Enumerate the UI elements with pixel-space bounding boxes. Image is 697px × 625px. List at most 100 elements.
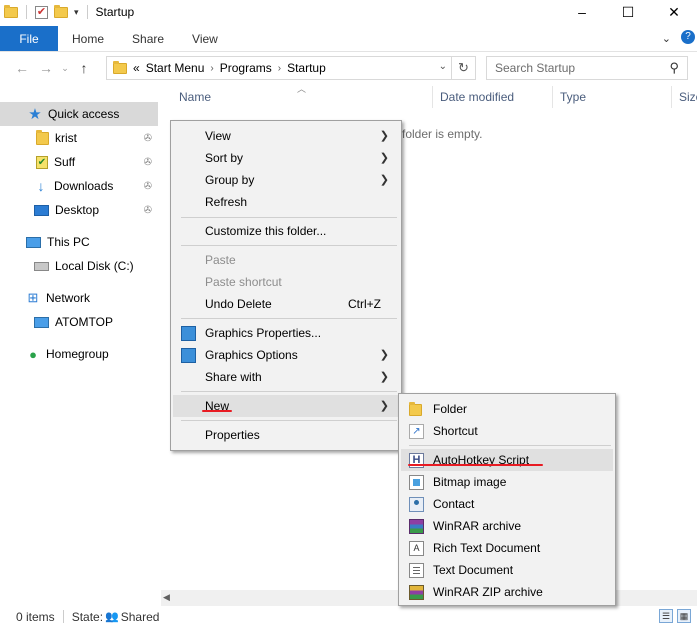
menu-label: Shortcut	[433, 424, 478, 438]
pin-icon[interactable]: ✇	[144, 181, 152, 192]
scroll-left-icon[interactable]: ◀	[163, 592, 170, 603]
details-view-icon[interactable]: ☰	[659, 609, 673, 623]
chevron-down-icon[interactable]: ⌄	[439, 61, 447, 72]
folder-icon	[409, 402, 422, 416]
column-header-type[interactable]: Type	[560, 90, 586, 104]
submenu-item-rich-text-document[interactable]: A Rich Text Document	[401, 537, 613, 559]
menu-label: Graphics Options	[205, 348, 298, 362]
nav-label: This PC	[47, 235, 90, 249]
breadcrumb-programs[interactable]: Programs	[220, 61, 272, 75]
menu-item-undo-delete[interactable]: Undo Delete Ctrl+Z	[173, 293, 399, 315]
menu-item-share-with[interactable]: Share with ❯	[173, 366, 399, 388]
customize-toolbar-dropdown-icon[interactable]: ▾	[74, 7, 79, 18]
pin-icon[interactable]: ✇	[144, 205, 152, 216]
pin-icon[interactable]: ✇	[144, 133, 152, 144]
annotation-underline	[408, 464, 543, 466]
nav-atomtop[interactable]: ATOMTOP	[0, 310, 158, 334]
menu-label: WinRAR ZIP archive	[433, 585, 543, 599]
close-button[interactable]: ✕	[651, 0, 697, 24]
nav-item-suff[interactable]: ✔ Suff ✇	[0, 150, 158, 174]
tab-view[interactable]: View	[178, 26, 232, 51]
submenu-item-autohotkey-script[interactable]: H AutoHotkey Script	[401, 449, 613, 471]
search-input[interactable]: Search Startup ⚲	[486, 56, 688, 80]
submenu-item-contact[interactable]: Contact	[401, 493, 613, 515]
submenu-item-folder[interactable]: Folder	[401, 398, 613, 420]
submenu-item-bitmap-image[interactable]: Bitmap image	[401, 471, 613, 493]
up-icon[interactable]: ↑	[72, 60, 96, 76]
state-value: Shared	[120, 609, 160, 624]
shared-users-icon: 👥	[105, 611, 119, 623]
menu-item-new[interactable]: New ❯	[173, 395, 399, 417]
recent-locations-icon[interactable]: ⌄	[58, 63, 72, 74]
breadcrumb-overflow[interactable]: «	[133, 61, 140, 75]
nav-item-downloads[interactable]: ↓ Downloads ✇	[0, 174, 158, 198]
back-icon[interactable]: ←	[10, 60, 34, 76]
nav-this-pc[interactable]: This PC	[0, 230, 158, 254]
submenu-item-text-document[interactable]: Text Document	[401, 559, 613, 581]
breadcrumb-startup[interactable]: Startup	[287, 61, 326, 75]
nav-label: Quick access	[48, 107, 120, 121]
expand-ribbon-icon[interactable]: ⌄	[662, 32, 671, 45]
properties-icon[interactable]: ✔	[35, 5, 48, 19]
menu-item-graphics-options[interactable]: Graphics Options ❯	[173, 344, 399, 366]
text-document-icon	[409, 563, 424, 578]
tab-file[interactable]: File	[0, 26, 58, 51]
menu-item-paste-shortcut[interactable]: Paste shortcut	[173, 271, 399, 293]
forward-icon[interactable]: →	[34, 60, 58, 76]
winrar-zip-icon	[409, 585, 424, 600]
submenu-item-winrar-zip-archive[interactable]: WinRAR ZIP archive	[401, 581, 613, 603]
pin-icon[interactable]: ✇	[144, 157, 152, 168]
title-bar: ✔ ▾ Startup – ☐ ✕	[0, 0, 697, 24]
contact-icon	[409, 497, 424, 512]
search-placeholder: Search Startup	[495, 61, 576, 75]
nav-local-disk[interactable]: Local Disk (C:)	[0, 254, 158, 278]
checklist-icon: ✔	[36, 155, 48, 169]
menu-item-paste[interactable]: Paste	[173, 249, 399, 271]
menu-item-refresh[interactable]: Refresh	[173, 191, 399, 213]
menu-item-properties[interactable]: Properties	[173, 424, 399, 446]
nav-homegroup[interactable]: ● Homegroup	[0, 342, 158, 366]
menu-item-customize-folder[interactable]: Customize this folder...	[173, 220, 399, 242]
column-divider[interactable]	[432, 86, 433, 108]
menu-separator	[181, 420, 397, 421]
maximize-button[interactable]: ☐	[605, 0, 651, 24]
menu-item-sort-by[interactable]: Sort by ❯	[173, 147, 399, 169]
menu-label: Rich Text Document	[433, 541, 541, 555]
star-icon: ★	[28, 106, 42, 123]
large-icons-view-icon[interactable]: ▦	[677, 609, 691, 623]
chevron-right-icon[interactable]: ›	[210, 63, 213, 74]
address-bar[interactable]: « Start Menu › Programs › Startup ⌄ ↻	[106, 56, 476, 80]
nav-label: ATOMTOP	[55, 315, 114, 329]
menu-separator	[181, 217, 397, 218]
nav-label: Local Disk (C:)	[55, 259, 134, 273]
new-folder-icon[interactable]	[54, 4, 68, 18]
submenu-item-shortcut[interactable]: ↗ Shortcut	[401, 420, 613, 442]
menu-label: Folder	[433, 402, 468, 416]
minimize-button[interactable]: –	[559, 0, 605, 24]
nav-item-krist[interactable]: krist ✇	[0, 126, 158, 150]
menu-item-view[interactable]: View ❯	[173, 125, 399, 147]
nav-item-desktop[interactable]: Desktop ✇	[0, 198, 158, 222]
nav-network[interactable]: ⊞ Network	[0, 286, 158, 310]
chevron-right-icon[interactable]: ›	[278, 63, 281, 74]
column-divider[interactable]	[552, 86, 553, 108]
help-icon[interactable]: ?	[681, 30, 695, 44]
refresh-icon[interactable]: ↻	[451, 57, 475, 79]
menu-item-group-by[interactable]: Group by ❯	[173, 169, 399, 191]
toolbar-separator	[26, 5, 27, 19]
submenu-item-winrar-archive[interactable]: WinRAR archive	[401, 515, 613, 537]
breadcrumb-start-menu[interactable]: Start Menu	[146, 61, 205, 75]
column-header-name[interactable]: Name	[179, 90, 211, 104]
column-header-size[interactable]: Size	[679, 90, 697, 104]
winrar-icon	[409, 519, 424, 534]
tab-home[interactable]: Home	[58, 26, 118, 51]
menu-item-graphics-properties[interactable]: Graphics Properties...	[173, 322, 399, 344]
nav-label: Homegroup	[46, 347, 109, 361]
tab-share[interactable]: Share	[118, 26, 178, 51]
nav-quick-access[interactable]: ★ Quick access	[0, 102, 158, 126]
menu-label: Paste shortcut	[205, 275, 282, 289]
column-header-date-modified[interactable]: Date modified	[440, 90, 514, 104]
sort-ascending-icon: ︿	[297, 84, 307, 94]
column-divider[interactable]	[671, 86, 672, 108]
context-menu: View ❯ Sort by ❯ Group by ❯ Refresh Cust…	[170, 120, 402, 451]
